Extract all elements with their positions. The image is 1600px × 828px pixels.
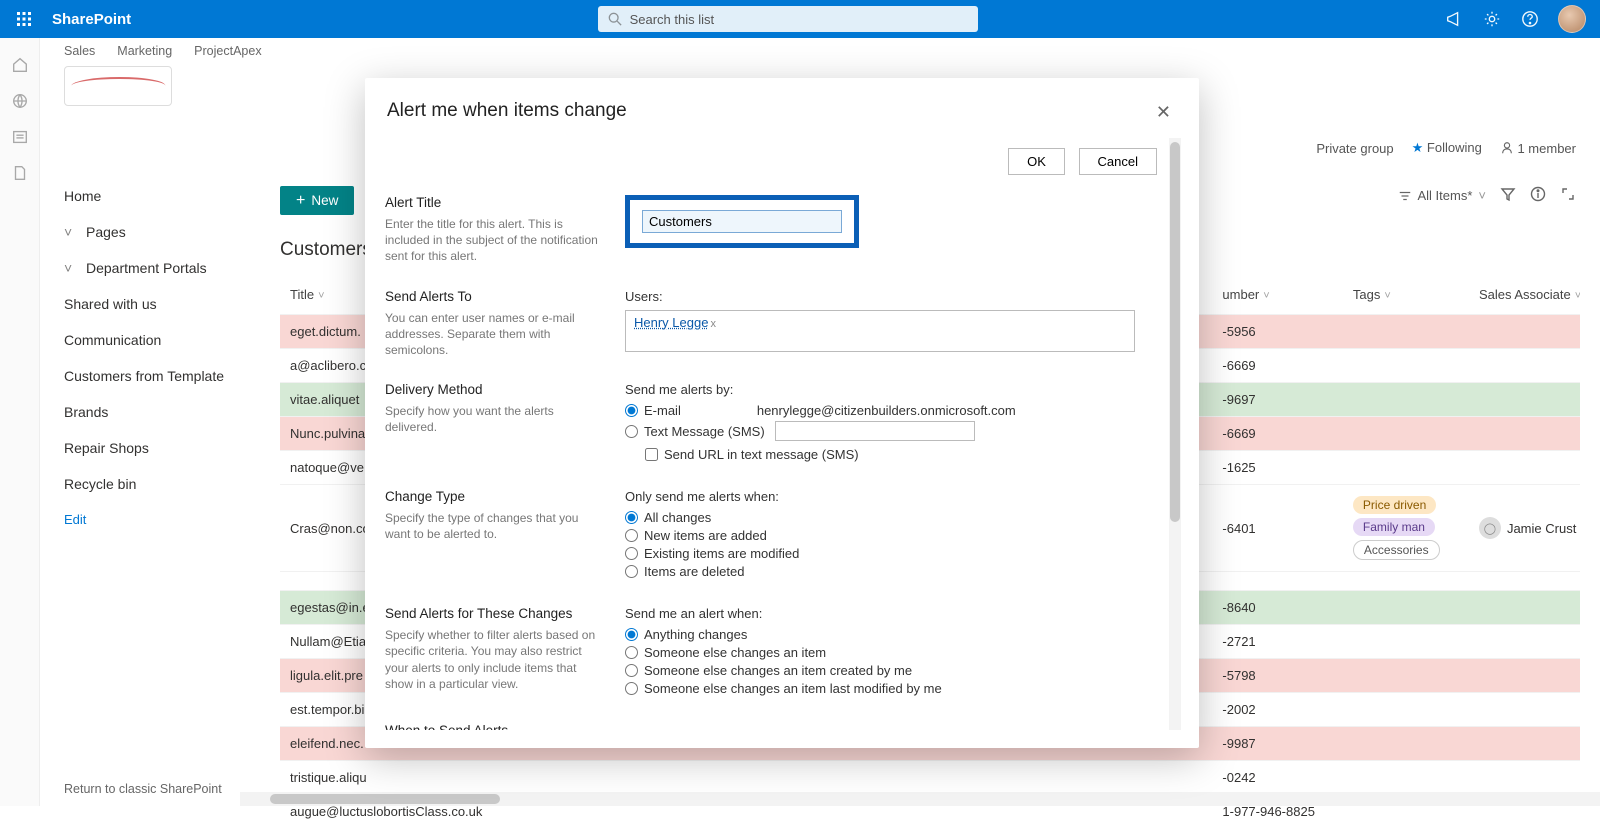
radio-sms[interactable] (625, 425, 638, 438)
nav-marketing[interactable]: Marketing (117, 44, 172, 58)
remove-user-icon[interactable]: x (710, 318, 716, 330)
person-avatar: ◯ (1479, 517, 1501, 539)
nav-customers-template[interactable]: Customers from Template (64, 358, 232, 394)
search-icon (608, 12, 622, 26)
nav-recycle-bin[interactable]: Recycle bin (64, 466, 232, 502)
when-send-label: When to Send Alerts (385, 723, 607, 730)
radio-someone-created[interactable] (625, 664, 638, 677)
table-row[interactable]: tristique.aliqu-0242Sunda (280, 761, 1580, 795)
user-chip[interactable]: Henry Legge (634, 315, 708, 330)
col-tags[interactable]: Tags (1353, 287, 1380, 302)
alert-title-highlight (625, 195, 859, 248)
news-icon[interactable] (11, 128, 29, 146)
new-button[interactable]: +New (280, 186, 354, 215)
views-dropdown[interactable]: All Items* ˅ (1398, 188, 1487, 203)
users-label: Users: (625, 289, 1163, 304)
alert-title-input[interactable] (642, 210, 842, 233)
change-type-hint: Specify the type of changes that you wan… (385, 510, 607, 542)
horizontal-scrollbar[interactable] (240, 792, 1600, 806)
members-link[interactable]: 1 member (1500, 141, 1576, 156)
alert-title-label: Alert Title (385, 195, 607, 210)
col-number[interactable]: umber (1222, 287, 1259, 302)
nav-communication[interactable]: Communication (64, 322, 232, 358)
change-type-sub: Only send me alerts when: (625, 489, 1163, 504)
tag: Accessories (1353, 540, 1440, 560)
radio-modified[interactable] (625, 547, 638, 560)
settings-icon[interactable] (1482, 9, 1502, 29)
suite-bar: SharePoint Search this list (0, 0, 1600, 38)
nav-sales[interactable]: Sales (64, 44, 95, 58)
radio-someone-item[interactable] (625, 646, 638, 659)
send-to-hint: You can enter user names or e-mail addre… (385, 310, 607, 359)
search-placeholder: Search this list (630, 12, 715, 27)
site-top-nav: Sales Marketing ProjectApex (40, 38, 1600, 60)
radio-someone-modified[interactable] (625, 682, 638, 695)
send-for-label: Send Alerts for These Changes (385, 606, 607, 621)
send-to-label: Send Alerts To (385, 289, 607, 304)
nav-repair-shops[interactable]: Repair Shops (64, 430, 232, 466)
privacy-label: Private group (1316, 141, 1393, 156)
site-logo[interactable] (64, 66, 172, 106)
nav-dept-portals[interactable]: ˅Department Portals (64, 250, 232, 286)
alert-title-hint: Enter the title for this alert. This is … (385, 216, 607, 265)
app-launcher-icon[interactable] (0, 11, 48, 27)
user-avatar[interactable] (1558, 5, 1586, 33)
send-for-hint: Specify whether to filter alerts based o… (385, 627, 607, 692)
radio-email[interactable] (625, 404, 638, 417)
cancel-button[interactable]: Cancel (1079, 148, 1157, 175)
left-rail (0, 38, 40, 806)
col-title[interactable]: Title (290, 287, 314, 302)
nav-home[interactable]: Home (64, 178, 232, 214)
radio-new-items[interactable] (625, 529, 638, 542)
file-icon[interactable] (11, 164, 29, 182)
alert-modal: Alert me when items change ✕ OK Cancel A… (365, 78, 1199, 748)
list-title: Customers (280, 239, 372, 261)
send-for-sub: Send me an alert when: (625, 606, 1163, 621)
delivery-label: Delivery Method (385, 382, 607, 397)
radio-deleted[interactable] (625, 565, 638, 578)
megaphone-icon[interactable] (1444, 9, 1464, 29)
radio-all-changes[interactable] (625, 511, 638, 524)
nav-edit-link[interactable]: Edit (64, 502, 232, 527)
tag: Family man (1353, 518, 1435, 536)
delivery-sub: Send me alerts by: (625, 382, 1163, 397)
expand-icon[interactable] (1560, 186, 1576, 205)
nav-brands[interactable]: Brands (64, 394, 232, 430)
search-input[interactable]: Search this list (598, 6, 978, 32)
info-icon[interactable] (1530, 186, 1546, 205)
email-address: henrylegge@citizenbuilders.onmicrosoft.c… (757, 403, 1016, 418)
brand-label[interactable]: SharePoint (48, 11, 131, 28)
delivery-hint: Specify how you want the alerts delivere… (385, 403, 607, 435)
modal-title: Alert me when items change (387, 100, 627, 122)
ok-button[interactable]: OK (1008, 148, 1065, 175)
nav-projectapex[interactable]: ProjectApex (194, 44, 261, 58)
globe-icon[interactable] (11, 92, 29, 110)
radio-anything[interactable] (625, 628, 638, 641)
sales-associate[interactable]: ◯Jamie Crust (1479, 517, 1576, 539)
quick-launch: Home ˅Pages ˅Department Portals Shared w… (40, 158, 240, 806)
modal-scrollbar[interactable] (1169, 138, 1181, 730)
sms-input[interactable] (775, 421, 975, 441)
users-input[interactable]: Henry Leggex (625, 310, 1135, 352)
modal-close-button[interactable]: ✕ (1150, 100, 1177, 125)
filter-icon[interactable] (1500, 186, 1516, 205)
nav-shared[interactable]: Shared with us (64, 286, 232, 322)
col-assoc[interactable]: Sales Associate (1479, 287, 1571, 302)
change-type-label: Change Type (385, 489, 607, 504)
site-meta: Private group ★ Following 1 member (1316, 66, 1576, 156)
return-classic-link[interactable]: Return to classic SharePoint (64, 782, 222, 796)
tag: Price driven (1353, 496, 1436, 514)
chk-send-url[interactable] (645, 448, 658, 461)
home-icon[interactable] (11, 56, 29, 74)
nav-pages[interactable]: ˅Pages (64, 214, 232, 250)
help-icon[interactable] (1520, 9, 1540, 29)
following-toggle[interactable]: ★ Following (1412, 140, 1482, 156)
